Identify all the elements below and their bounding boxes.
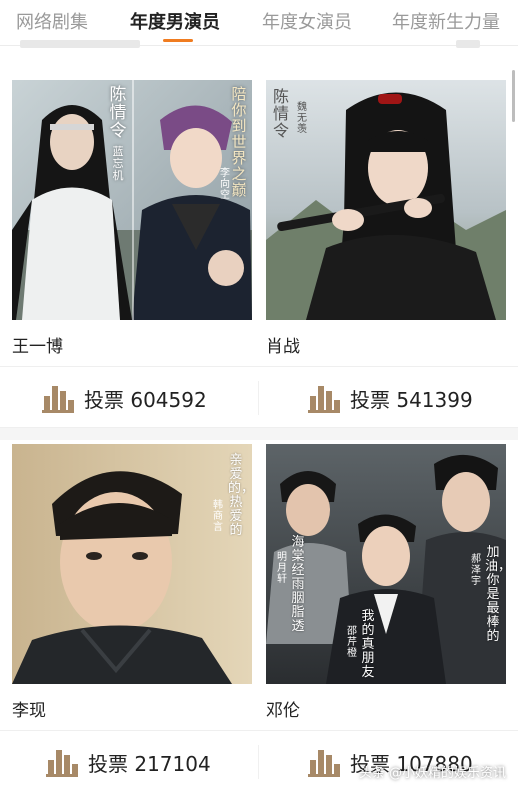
- poster-role-name: 明月轩: [277, 552, 287, 585]
- poster-role-name: 蓝忘机: [112, 145, 124, 182]
- poster-role-name: 韩商言: [213, 500, 223, 533]
- tab-web-series[interactable]: 网络剧集: [16, 8, 88, 34]
- poster-show-title: 陈情令: [109, 85, 127, 141]
- vote-button[interactable]: 投票 541399: [266, 367, 506, 429]
- section-gap: [0, 428, 518, 440]
- divider: [258, 381, 259, 415]
- vote-row: 投票 217104 投票 107880: [0, 730, 518, 790]
- poster-tagline: 加油，你是最棒的: [485, 545, 506, 644]
- poster-role-name: 李向空: [220, 168, 230, 201]
- vote-count: 投票 604592: [84, 388, 207, 412]
- chart-bars-icon: [308, 747, 340, 777]
- active-tab-indicator: [163, 39, 193, 42]
- poster-role-name: 邵芹橙: [347, 626, 357, 659]
- nominee-photo[interactable]: 陈情令 蓝忘机 陪你到世界之巅 李向空: [12, 80, 252, 320]
- nominee-photo[interactable]: 陈情令 魏无羡: [266, 80, 506, 320]
- poster-tagline: 陪你到世界之巅: [231, 85, 247, 199]
- scrollbar[interactable]: [512, 70, 515, 122]
- chart-bars-icon: [42, 383, 74, 413]
- poster-tagline: 海棠经雨胭脂透: [291, 535, 305, 634]
- vote-button[interactable]: 投票 107880: [266, 731, 506, 790]
- nominee-name: 邓伦: [266, 701, 300, 721]
- vote-button[interactable]: 投票 217104: [0, 731, 240, 790]
- chart-bars-icon: [46, 747, 78, 777]
- source-watermark: 头条 @小妖精的娱乐资讯: [358, 766, 506, 781]
- poster-role-name: 魏无羡: [297, 102, 307, 135]
- vote-count: 投票 217104: [88, 752, 211, 776]
- nominee-name: 李现: [12, 701, 46, 721]
- chart-bars-icon: [308, 383, 340, 413]
- nominee-name: 王一博: [12, 337, 63, 357]
- poster-tagline: 亲爱的，热爱的: [228, 453, 252, 538]
- nominee-photo[interactable]: 海棠经雨胭脂透 明月轩 我的真朋友 邵芹橙 加油，你是最棒的 郝泽宇: [266, 444, 506, 684]
- nominee-photo[interactable]: 亲爱的，热爱的 韩商言: [12, 444, 252, 684]
- ghost-text: [456, 40, 480, 48]
- tab-best-actress[interactable]: 年度女演员: [262, 8, 352, 34]
- nominee-name: 肖战: [266, 337, 300, 357]
- poster-tagline: 我的真朋友: [361, 609, 375, 680]
- divider: [258, 745, 259, 779]
- tab-new-talent[interactable]: 年度新生力量: [392, 8, 500, 34]
- tab-best-actor[interactable]: 年度男演员: [130, 8, 220, 34]
- poster-role-name: 郝泽宇: [471, 554, 481, 587]
- vote-button[interactable]: 投票 604592: [0, 367, 240, 429]
- poster-show-title: 陈情令: [272, 87, 289, 140]
- vote-row: 投票 604592 投票 541399: [0, 366, 518, 428]
- ghost-text: [20, 40, 140, 48]
- scrolled-content-edge: [0, 40, 518, 66]
- vote-count: 投票 541399: [350, 388, 473, 412]
